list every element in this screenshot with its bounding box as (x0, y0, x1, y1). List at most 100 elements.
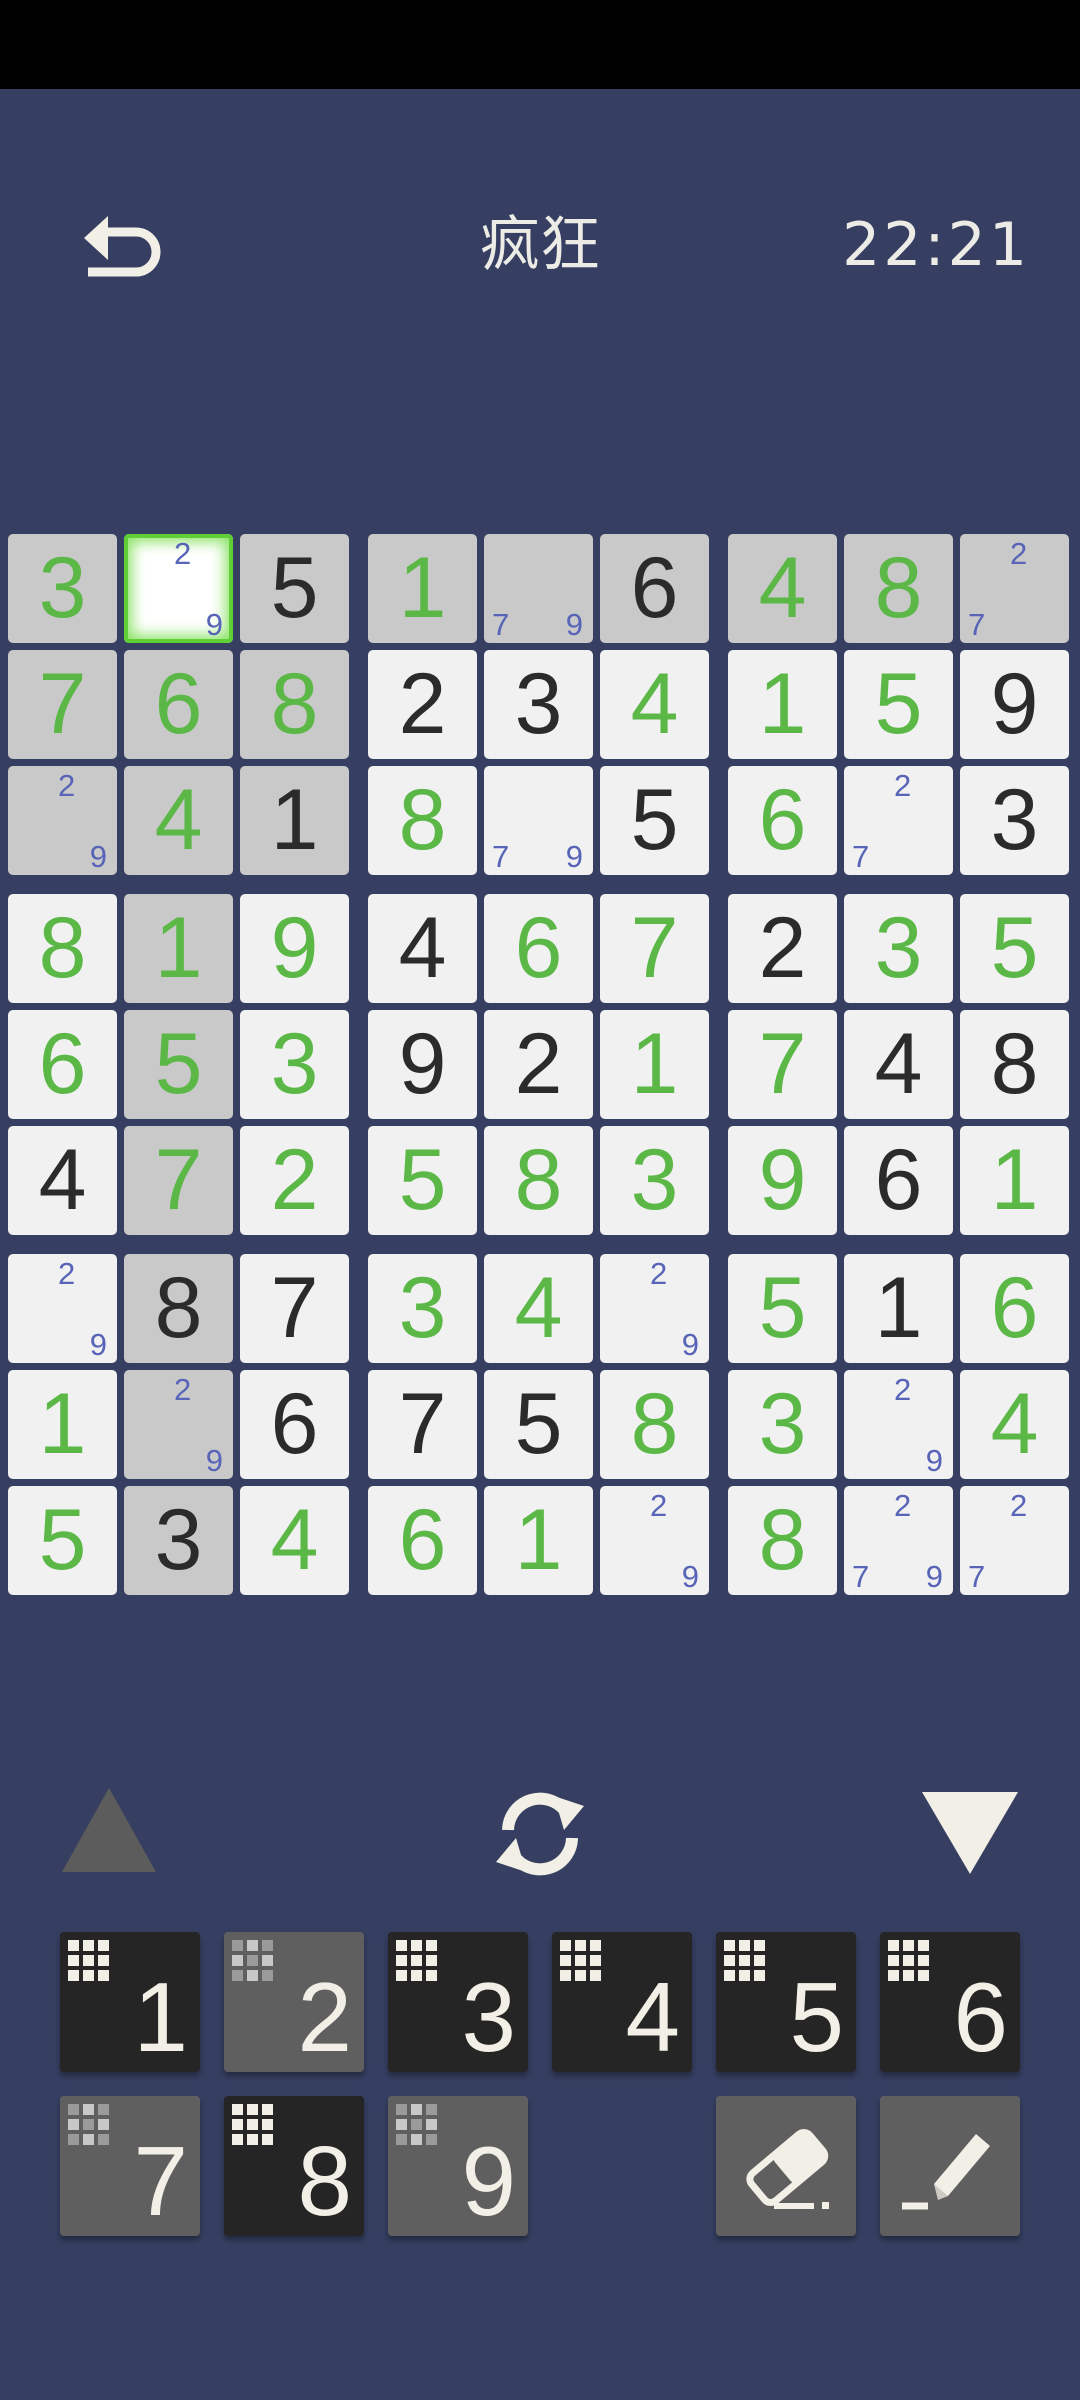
sudoku-cell[interactable]: 8 (484, 1126, 593, 1235)
sudoku-cell[interactable]: 29 (600, 1486, 709, 1595)
sudoku-cell[interactable]: 1 (600, 1010, 709, 1119)
sudoku-cell[interactable]: 8 (728, 1486, 837, 1595)
sudoku-cell[interactable]: 5 (240, 534, 349, 643)
sudoku-cell[interactable]: 9 (728, 1126, 837, 1235)
cell-value: 5 (758, 1260, 807, 1356)
sudoku-cell[interactable]: 8 (8, 894, 117, 1003)
sudoku-cell[interactable]: 5 (600, 766, 709, 875)
triangle-down-icon[interactable] (922, 1792, 1018, 1874)
number-key-5[interactable]: 5 (716, 1932, 856, 2072)
sudoku-cell[interactable]: 2 (368, 650, 477, 759)
eraser-button[interactable] (716, 2096, 856, 2236)
sudoku-cell[interactable]: 3 (124, 1486, 233, 1595)
number-key-7[interactable]: 7 (60, 2096, 200, 2236)
cell-value: 4 (270, 1492, 319, 1588)
number-key-6[interactable]: 6 (880, 1932, 1020, 2072)
sudoku-cell[interactable]: 27 (844, 766, 953, 875)
sudoku-cell[interactable]: 7 (240, 1254, 349, 1363)
grid-icon (232, 2104, 277, 2149)
number-key-4[interactable]: 4 (552, 1932, 692, 2072)
sudoku-cell[interactable]: 9 (368, 1010, 477, 1119)
sudoku-cell[interactable]: 5 (728, 1254, 837, 1363)
sudoku-cell[interactable]: 1 (484, 1486, 593, 1595)
sudoku-cell[interactable]: 1 (728, 650, 837, 759)
number-key-8[interactable]: 8 (224, 2096, 364, 2236)
sudoku-cell[interactable]: 6 (368, 1486, 477, 1595)
triangle-up-icon[interactable] (62, 1788, 156, 1872)
sudoku-cell[interactable]: 5 (960, 894, 1069, 1003)
sudoku-cell[interactable]: 3 (728, 1370, 837, 1479)
sudoku-cell[interactable]: 6 (124, 650, 233, 759)
sudoku-cell[interactable]: 4 (124, 766, 233, 875)
sudoku-cell[interactable]: 7 (600, 894, 709, 1003)
sudoku-cell[interactable]: 8 (368, 766, 477, 875)
number-key-1[interactable]: 1 (60, 1932, 200, 2072)
sudoku-cell[interactable]: 29 (8, 766, 117, 875)
sudoku-cell[interactable]: 4 (240, 1486, 349, 1595)
sudoku-cell[interactable]: 5 (484, 1370, 593, 1479)
sudoku-cell[interactable]: 4 (600, 650, 709, 759)
sudoku-cell[interactable]: 1 (240, 766, 349, 875)
sudoku-cell[interactable]: 5 (8, 1486, 117, 1595)
sudoku-cell[interactable]: 8 (600, 1370, 709, 1479)
sudoku-cell[interactable]: 3 (844, 894, 953, 1003)
sudoku-cell[interactable]: 29 (844, 1370, 953, 1479)
sudoku-cell[interactable]: 7 (368, 1370, 477, 1479)
sudoku-cell[interactable]: 1 (844, 1254, 953, 1363)
sudoku-cell[interactable]: 3 (600, 1126, 709, 1235)
sudoku-cell[interactable]: 8 (844, 534, 953, 643)
sudoku-cell[interactable]: 27 (960, 1486, 1069, 1595)
sudoku-cell[interactable]: 3 (8, 534, 117, 643)
sudoku-cell[interactable]: 8 (960, 1010, 1069, 1119)
sudoku-cell[interactable]: 79 (484, 534, 593, 643)
sudoku-cell[interactable]: 27 (960, 534, 1069, 643)
number-key-3[interactable]: 3 (388, 1932, 528, 2072)
sudoku-cell[interactable]: 4 (8, 1126, 117, 1235)
sudoku-cell[interactable]: 6 (844, 1126, 953, 1235)
sudoku-cell[interactable]: 79 (484, 766, 593, 875)
sudoku-cell[interactable]: 1 (124, 894, 233, 1003)
sudoku-cell[interactable]: 29 (124, 534, 233, 643)
grid-icon (724, 1940, 769, 1985)
sudoku-cell[interactable]: 7 (728, 1010, 837, 1119)
sudoku-cell[interactable]: 6 (484, 894, 593, 1003)
sudoku-cell[interactable]: 6 (600, 534, 709, 643)
sudoku-cell[interactable]: 3 (960, 766, 1069, 875)
refresh-button[interactable] (488, 1782, 592, 1886)
sudoku-cell[interactable]: 5 (368, 1126, 477, 1235)
sudoku-cell[interactable]: 6 (960, 1254, 1069, 1363)
cell-value: 3 (630, 1132, 679, 1228)
pencil-button[interactable] (880, 2096, 1020, 2236)
sudoku-cell[interactable]: 8 (124, 1254, 233, 1363)
sudoku-cell[interactable]: 3 (368, 1254, 477, 1363)
sudoku-cell[interactable]: 6 (728, 766, 837, 875)
sudoku-cell[interactable]: 29 (600, 1254, 709, 1363)
number-key-9[interactable]: 9 (388, 2096, 528, 2236)
sudoku-cell[interactable]: 4 (960, 1370, 1069, 1479)
sudoku-cell[interactable]: 4 (728, 534, 837, 643)
sudoku-cell[interactable]: 9 (240, 894, 349, 1003)
sudoku-cell[interactable]: 3 (484, 650, 593, 759)
sudoku-cell[interactable]: 4 (484, 1254, 593, 1363)
sudoku-cell[interactable]: 9 (960, 650, 1069, 759)
sudoku-cell[interactable]: 3 (240, 1010, 349, 1119)
sudoku-cell[interactable]: 29 (124, 1370, 233, 1479)
sudoku-cell[interactable]: 6 (240, 1370, 349, 1479)
sudoku-cell[interactable]: 2 (728, 894, 837, 1003)
sudoku-cell[interactable]: 7 (8, 650, 117, 759)
sudoku-cell[interactable]: 5 (124, 1010, 233, 1119)
sudoku-cell[interactable]: 1 (960, 1126, 1069, 1235)
sudoku-cell[interactable]: 1 (8, 1370, 117, 1479)
number-key-2[interactable]: 2 (224, 1932, 364, 2072)
sudoku-cell[interactable]: 2 (484, 1010, 593, 1119)
sudoku-cell[interactable]: 4 (844, 1010, 953, 1119)
sudoku-cell[interactable]: 8 (240, 650, 349, 759)
sudoku-cell[interactable]: 5 (844, 650, 953, 759)
sudoku-cell[interactable]: 2 7 9 (844, 1486, 953, 1595)
sudoku-cell[interactable]: 6 (8, 1010, 117, 1119)
sudoku-cell[interactable]: 29 (8, 1254, 117, 1363)
sudoku-cell[interactable]: 7 (124, 1126, 233, 1235)
sudoku-cell[interactable]: 1 (368, 534, 477, 643)
sudoku-cell[interactable]: 2 (240, 1126, 349, 1235)
sudoku-cell[interactable]: 4 (368, 894, 477, 1003)
